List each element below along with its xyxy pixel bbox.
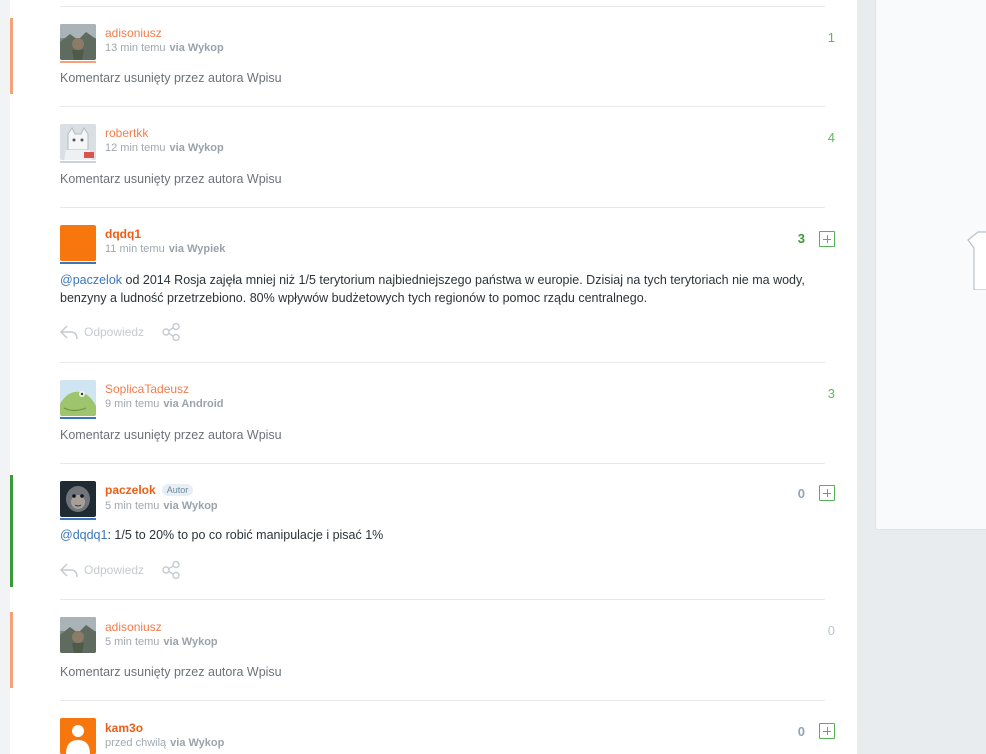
- tshirt-icon: [967, 231, 986, 290]
- comment-divider: [60, 207, 825, 208]
- comment-divider: [60, 6, 825, 7]
- comment-time[interactable]: 5 min temu: [105, 636, 159, 648]
- comment-via[interactable]: via Wykop: [163, 636, 217, 648]
- comment-text: od 2014 Rosja zajęła mniej niż 1/5 teryt…: [60, 273, 805, 305]
- username-link[interactable]: adisoniusz: [105, 620, 162, 634]
- comment-via[interactable]: via Wykop: [170, 737, 224, 749]
- upvote-button[interactable]: [819, 485, 835, 501]
- vote-count: 4: [827, 130, 835, 145]
- monkey-avatar[interactable]: [60, 481, 96, 517]
- comment-time[interactable]: 12 min temu: [105, 142, 166, 154]
- avatar-underline: [60, 61, 96, 63]
- frog-avatar[interactable]: [60, 380, 96, 416]
- comment-meta: 5 min temu via Wykop: [105, 636, 218, 648]
- comment-time[interactable]: 9 min temu: [105, 398, 159, 410]
- username-link[interactable]: SoplicaTadeusz: [105, 382, 189, 396]
- username-link[interactable]: adisoniusz: [105, 26, 162, 40]
- vote-count: 0: [797, 486, 805, 501]
- username-link[interactable]: dqdq1: [105, 227, 141, 241]
- comment-body: @paczelok od 2014 Rosja zajęła mniej niż…: [60, 271, 828, 307]
- username-link[interactable]: kam3o: [105, 721, 143, 735]
- comment-divider: [60, 106, 825, 107]
- left-gutter: [0, 0, 10, 754]
- comment-via[interactable]: via Wykop: [170, 42, 224, 54]
- avatar-underline: [60, 518, 96, 520]
- avatar-underline: [60, 262, 96, 264]
- comment-via[interactable]: via Android: [163, 398, 223, 410]
- comment-marker-orange: [10, 612, 13, 688]
- deleted-comment-text: Komentarz usunięty przez autora Wpisu: [60, 71, 282, 85]
- upvote-button[interactable]: [819, 231, 835, 247]
- comment-meta: 11 min temu via Wypiek: [105, 243, 225, 255]
- comment-via[interactable]: via Wykop: [170, 142, 224, 154]
- comment-via[interactable]: via Wypiek: [169, 243, 226, 255]
- comment-marker-orange: [10, 18, 13, 94]
- mention-link[interactable]: @paczelok: [60, 273, 122, 287]
- vote-count: 3: [827, 386, 835, 401]
- comment-divider: [60, 362, 825, 363]
- share-icon[interactable]: [162, 561, 180, 579]
- comment-meta: 13 min temu via Wykop: [105, 42, 224, 54]
- avatar-underline: [60, 417, 96, 419]
- author-badge: Autor: [161, 484, 194, 496]
- landscape-avatar[interactable]: [60, 24, 96, 60]
- reply-icon[interactable]: [60, 562, 78, 578]
- username-link[interactable]: robertkk: [105, 126, 148, 140]
- comment-text: : 1/5 to 20% to po co robić manipulacje …: [107, 528, 384, 542]
- reply-icon[interactable]: [60, 324, 78, 340]
- reply-button[interactable]: Odpowiedz: [84, 325, 144, 339]
- comment-meta: 5 min temu via Wykop: [105, 500, 218, 512]
- deleted-comment-text: Komentarz usunięty przez autora Wpisu: [60, 172, 282, 186]
- upvote-button[interactable]: [819, 723, 835, 739]
- avatar-underline: [60, 161, 96, 163]
- vote-count: 0: [797, 724, 805, 739]
- deleted-comment-text: Komentarz usunięty przez autora Wpisu: [60, 665, 282, 679]
- comment-marker-green: [10, 475, 13, 587]
- mention-link[interactable]: @dqdq1: [60, 528, 107, 542]
- comment-meta: przed chwilą via Wykop: [105, 737, 224, 749]
- username-link[interactable]: paczelok Autor: [105, 483, 194, 497]
- comment-divider: [60, 700, 825, 701]
- deleted-comment-text: Komentarz usunięty przez autora Wpisu: [60, 428, 282, 442]
- vote-count: 0: [827, 623, 835, 638]
- share-icon[interactable]: [162, 323, 180, 341]
- comment-time[interactable]: przed chwilą: [105, 737, 166, 749]
- reply-button[interactable]: Odpowiedz: [84, 563, 144, 577]
- landscape-avatar[interactable]: [60, 617, 96, 653]
- comment-meta: 9 min temu via Android: [105, 398, 224, 410]
- comment-time[interactable]: 5 min temu: [105, 500, 159, 512]
- comment-body: @dqdq1: 1/5 to 20% to po co robić manipu…: [60, 526, 828, 544]
- comment-time[interactable]: 11 min temu: [105, 243, 165, 255]
- vote-count: 3: [797, 231, 805, 246]
- comment-divider: [60, 599, 825, 600]
- comment-via[interactable]: via Wykop: [163, 500, 217, 512]
- default-user-avatar[interactable]: [60, 718, 96, 754]
- cat-avatar[interactable]: [60, 124, 96, 160]
- vote-count: 1: [827, 30, 835, 45]
- comment-time[interactable]: 13 min temu: [105, 42, 166, 54]
- comment-divider: [60, 463, 825, 464]
- comment-meta: 12 min temu via Wykop: [105, 142, 224, 154]
- username-text[interactable]: paczelok: [105, 483, 156, 497]
- orange-square-avatar[interactable]: [60, 225, 96, 261]
